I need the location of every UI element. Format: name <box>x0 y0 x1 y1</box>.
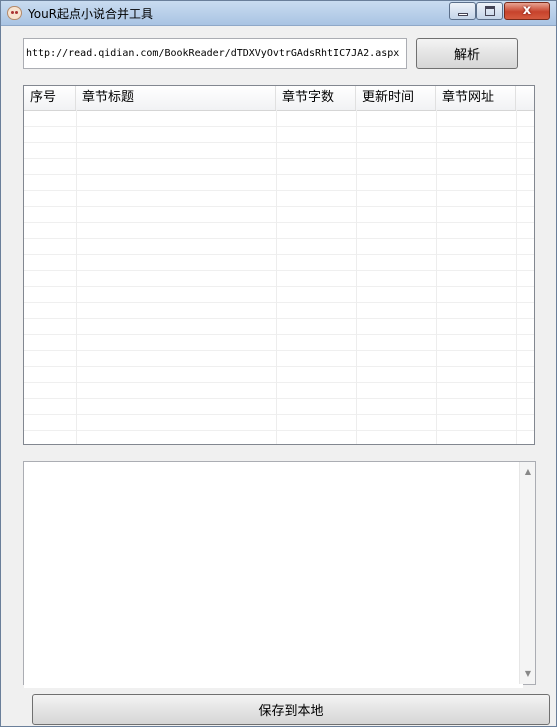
empty-row-line <box>24 382 534 383</box>
empty-row-line <box>24 270 534 271</box>
app-logo-icon <box>7 6 22 20</box>
title-bar[interactable]: YouR起点小说合并工具 x <box>1 1 556 26</box>
scroll-down-arrow-icon[interactable]: ▼ <box>520 666 536 682</box>
minimize-icon <box>458 13 468 16</box>
app-window: YouR起点小说合并工具 x 解析 序号 章节标题 章节字数 更新时间 章节网址… <box>0 0 557 727</box>
empty-row-line <box>24 254 534 255</box>
column-header-update-time[interactable]: 更新时间 <box>356 86 436 110</box>
empty-row-line <box>24 286 534 287</box>
grid-line <box>516 110 517 444</box>
empty-row-line <box>24 350 534 351</box>
empty-row-line <box>24 302 534 303</box>
maximize-icon <box>485 6 495 16</box>
empty-row-line <box>24 238 534 239</box>
empty-row-line <box>24 318 534 319</box>
empty-row-line <box>24 398 534 399</box>
empty-row-line <box>24 206 534 207</box>
empty-row-line <box>24 414 534 415</box>
grid-line <box>276 110 277 444</box>
empty-row-line <box>24 366 534 367</box>
column-header-title[interactable]: 章节标题 <box>76 86 276 110</box>
chapter-list-body <box>24 110 534 444</box>
grid-line <box>76 110 77 444</box>
empty-row-line <box>24 190 534 191</box>
empty-row-line <box>24 158 534 159</box>
grid-line <box>356 110 357 444</box>
scroll-up-arrow-icon[interactable]: ▲ <box>520 464 536 480</box>
window-title: YouR起点小说合并工具 <box>28 7 154 21</box>
parse-button[interactable]: 解析 <box>416 38 518 69</box>
save-to-local-button[interactable]: 保存到本地 <box>32 694 550 725</box>
log-textarea[interactable] <box>24 462 523 688</box>
url-input[interactable] <box>23 38 407 69</box>
chapter-list-header: 序号 章节标题 章节字数 更新时间 章节网址 <box>24 86 534 111</box>
empty-row-line <box>24 430 534 431</box>
log-area[interactable]: ▲ ▼ <box>23 461 536 688</box>
close-button[interactable]: x <box>504 2 550 20</box>
minimize-button[interactable] <box>449 2 476 20</box>
close-icon: x <box>522 3 532 18</box>
empty-row-line <box>24 142 534 143</box>
maximize-button[interactable] <box>476 2 503 20</box>
column-header-word-count[interactable]: 章节字数 <box>276 86 356 110</box>
empty-row-line <box>24 222 534 223</box>
log-scrollbar[interactable]: ▲ ▼ <box>519 462 535 684</box>
grid-line <box>436 110 437 444</box>
chapter-list[interactable]: 序号 章节标题 章节字数 更新时间 章节网址 <box>23 85 535 445</box>
column-header-url[interactable]: 章节网址 <box>436 86 516 110</box>
column-header-index[interactable]: 序号 <box>24 86 76 110</box>
empty-row-line <box>24 174 534 175</box>
empty-row-line <box>24 334 534 335</box>
empty-row-line <box>24 126 534 127</box>
